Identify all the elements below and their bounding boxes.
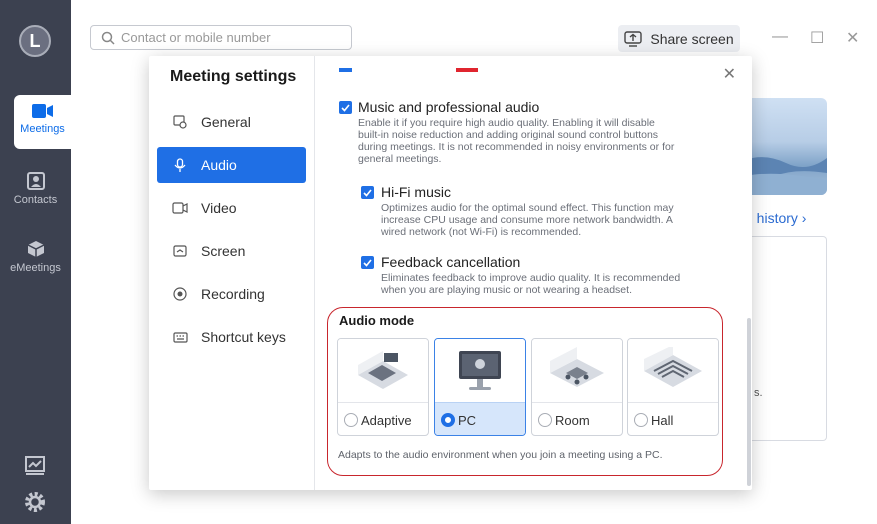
pc-monitor-icon xyxy=(459,351,501,390)
rail-item-contacts[interactable]: Contacts xyxy=(0,172,71,206)
share-screen-icon xyxy=(624,30,643,47)
radio-room[interactable] xyxy=(538,413,552,427)
checkmark-icon xyxy=(363,258,372,267)
audio-mode-title: Audio mode xyxy=(339,313,415,328)
general-icon xyxy=(173,115,187,129)
mode-label: PC xyxy=(458,412,477,428)
settings-nav: Meeting settings General Audio Video Scr… xyxy=(149,56,315,490)
clipped-previous-option xyxy=(339,56,539,72)
mode-label: Hall xyxy=(651,412,674,428)
radio-hall[interactable] xyxy=(634,413,648,427)
dialog-title: Meeting settings xyxy=(170,68,297,85)
mic-icon xyxy=(174,157,186,172)
nav-item-label: Audio xyxy=(201,157,237,173)
nav-item-general[interactable]: General xyxy=(157,104,306,140)
hifi-music-label: Hi-Fi music xyxy=(381,184,451,200)
left-rail: L Meetings Contacts eMeetings xyxy=(0,0,71,524)
rail-item-label: Meetings xyxy=(20,123,65,135)
hifi-music-description: Optimizes audio for the optimal sound ef… xyxy=(381,202,674,238)
rail-item-label: Contacts xyxy=(13,194,58,206)
window-close-button[interactable]: ✕ xyxy=(846,28,859,48)
nav-item-label: Video xyxy=(201,200,237,216)
rail-item-meetings[interactable]: Meetings xyxy=(14,95,71,149)
audio-mode-pc[interactable]: PC xyxy=(434,338,526,436)
mode-label: Adaptive xyxy=(361,412,412,428)
rail-item-emeetings[interactable]: eMeetings xyxy=(0,240,71,274)
maximize-button[interactable]: ☐ xyxy=(810,28,824,48)
screen-icon xyxy=(173,245,187,257)
hall-icon xyxy=(644,347,702,387)
audio-mode-hall[interactable]: Hall xyxy=(627,338,719,436)
share-screen-label: Share screen xyxy=(650,30,734,47)
banner-landscape-icon xyxy=(745,157,827,195)
audio-mode-adaptive[interactable]: Adaptive xyxy=(337,338,429,436)
nav-item-label: Recording xyxy=(201,286,265,302)
nav-item-video[interactable]: Video xyxy=(157,190,306,226)
dialog-close-button[interactable]: ✕ xyxy=(723,64,736,84)
record-icon xyxy=(173,287,187,301)
hifi-music-checkbox[interactable] xyxy=(361,186,374,199)
meeting-room-icon xyxy=(550,347,604,387)
cube-icon xyxy=(27,241,44,257)
keyboard-icon xyxy=(172,331,188,343)
contacts-icon xyxy=(26,172,45,190)
checkmark-icon xyxy=(363,188,372,197)
nav-item-recording[interactable]: Recording xyxy=(157,276,306,312)
audio-mode-note: Adapts to the audio environment when you… xyxy=(338,449,663,461)
minimize-button[interactable]: — xyxy=(772,28,788,46)
radio-adaptive[interactable] xyxy=(344,413,358,427)
nav-item-screen[interactable]: Screen xyxy=(157,233,306,269)
logo-letter: L xyxy=(29,30,41,51)
audio-mode-room[interactable]: Room xyxy=(531,338,623,436)
nav-item-label: Screen xyxy=(201,243,246,259)
nav-item-label: Shortcut keys xyxy=(201,329,286,345)
settings-gear-icon[interactable] xyxy=(23,490,47,514)
search-icon xyxy=(101,31,115,45)
background-panel xyxy=(745,236,827,441)
app-logo[interactable]: L xyxy=(19,25,51,57)
feedback-cancellation-label: Feedback cancellation xyxy=(381,254,521,270)
background-text: s. xyxy=(754,387,763,399)
search-placeholder: Contact or mobile number xyxy=(121,30,271,45)
video-icon xyxy=(172,202,188,214)
meeting-history-link[interactable]: g history › xyxy=(745,210,806,226)
search-input[interactable]: Contact or mobile number xyxy=(90,25,352,50)
checkmark-icon xyxy=(341,103,350,112)
feedback-cancellation-description: Eliminates feedback to improve audio qua… xyxy=(381,272,681,296)
nav-item-audio[interactable]: Audio xyxy=(157,147,306,183)
banner-image xyxy=(745,98,827,195)
camera-icon xyxy=(31,104,53,118)
nav-item-label: General xyxy=(201,114,251,130)
adaptive-room-icon xyxy=(358,351,408,389)
music-audio-checkbox[interactable] xyxy=(339,101,352,114)
feedback-cancellation-checkbox[interactable] xyxy=(361,256,374,269)
rail-item-label: eMeetings xyxy=(10,262,61,274)
radio-pc[interactable] xyxy=(441,413,455,427)
whiteboard-icon[interactable] xyxy=(23,454,47,478)
nav-item-shortcut-keys[interactable]: Shortcut keys xyxy=(157,319,306,355)
music-audio-label: Music and professional audio xyxy=(358,99,540,115)
content-scrollbar[interactable] xyxy=(747,318,751,486)
music-audio-description: Enable it if you require high audio qual… xyxy=(358,117,675,165)
mode-label: Room xyxy=(555,412,590,428)
share-screen-button[interactable]: Share screen xyxy=(618,25,740,52)
